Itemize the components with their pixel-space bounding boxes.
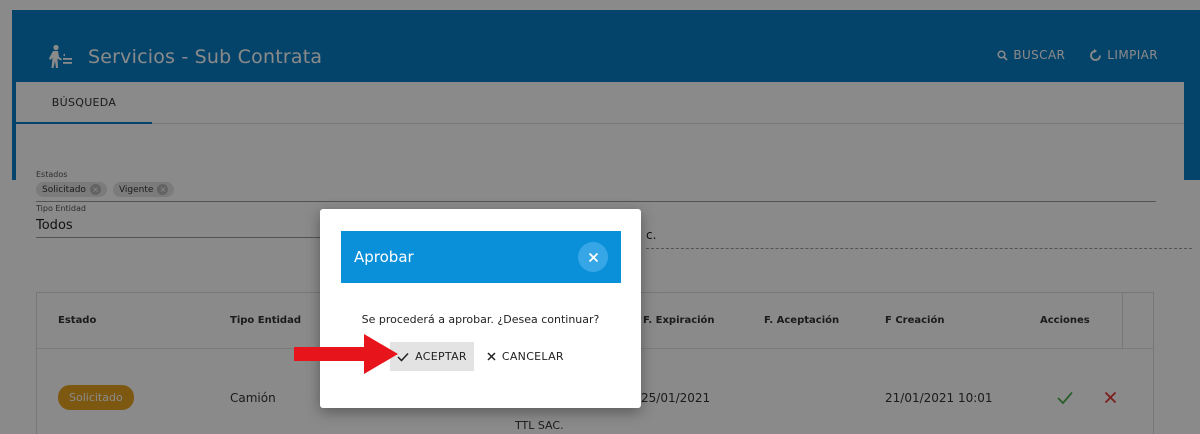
dialog-message: Se procederá a aprobar. ¿Desea continuar… [361, 313, 600, 326]
accept-button[interactable]: ACEPTAR [390, 342, 474, 371]
annotation-arrow [294, 334, 398, 374]
dialog-header: Aprobar [341, 231, 621, 283]
dialog-title: Aprobar [354, 248, 414, 266]
cancel-button-label: CANCELAR [501, 350, 564, 363]
cancel-button[interactable]: CANCELAR [480, 342, 571, 371]
accept-button-label: ACEPTAR [415, 350, 467, 363]
close-icon [588, 252, 598, 262]
close-button[interactable] [578, 242, 608, 272]
check-icon [397, 352, 409, 362]
close-icon [487, 352, 496, 361]
approve-dialog: Aprobar Se procederá a aprobar. ¿Desea c… [320, 209, 641, 408]
